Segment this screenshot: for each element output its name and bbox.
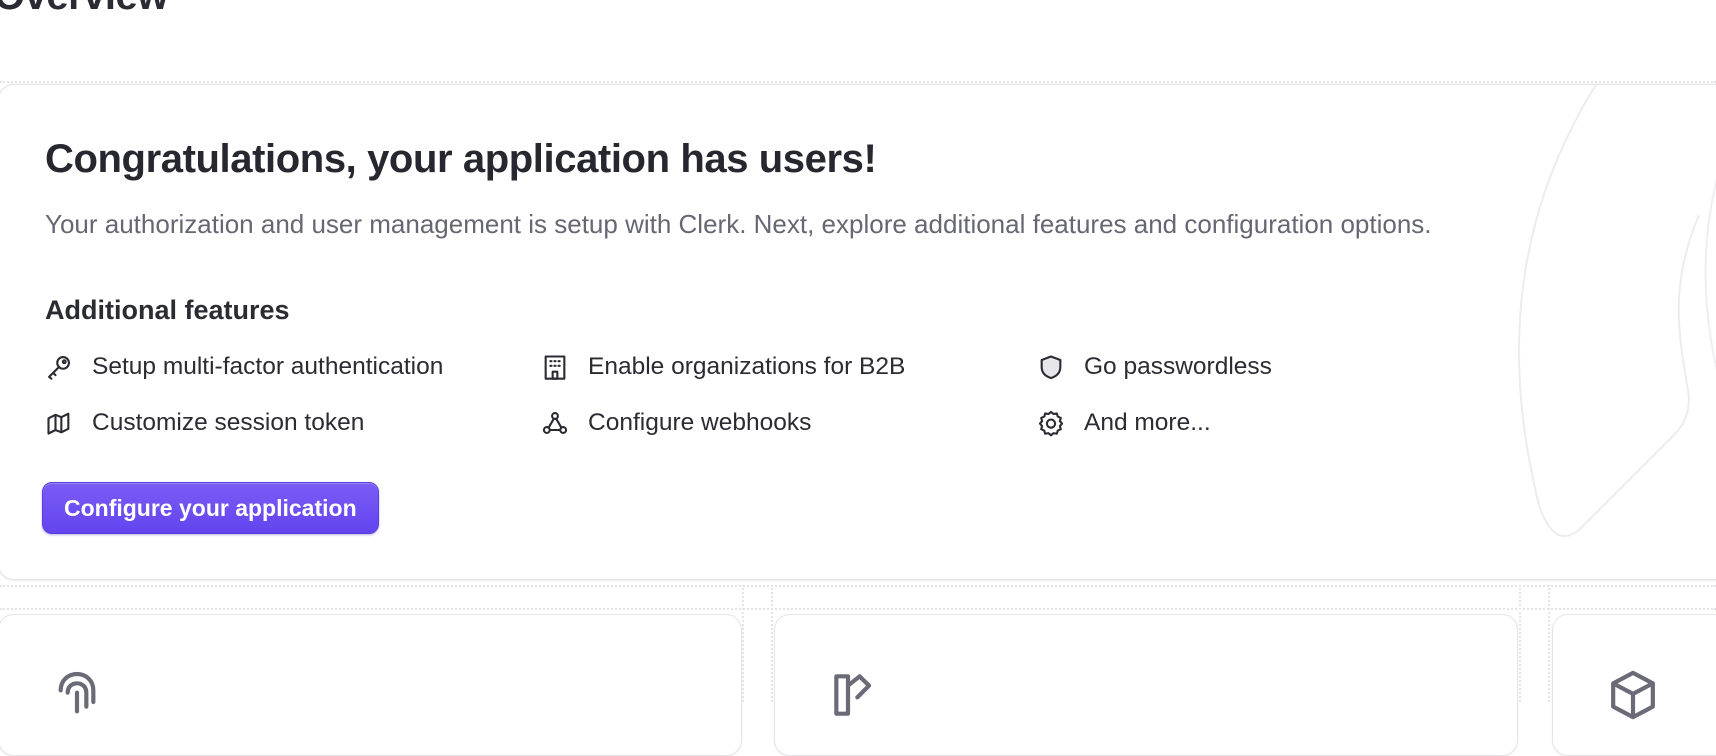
feature-label: And more...: [1084, 409, 1211, 436]
guide-line: [742, 585, 744, 702]
feature-mfa[interactable]: Setup multi-factor authentication: [45, 353, 443, 381]
feature-card[interactable]: [0, 614, 742, 756]
feature-passwordless[interactable]: Go passwordless: [1037, 353, 1272, 381]
feature-label: Customize session token: [92, 409, 365, 436]
feature-more[interactable]: And more...: [1037, 409, 1211, 437]
guide-line: [0, 608, 1716, 610]
background-decoration: [1518, 85, 1716, 538]
key-icon: [45, 353, 73, 381]
page-title: Overview: [0, 0, 168, 19]
cube-icon: [1605, 667, 1661, 728]
feature-label: Configure webhooks: [588, 409, 812, 436]
shield-icon: [1037, 353, 1065, 381]
feature-session-token[interactable]: Customize session token: [45, 409, 364, 437]
feature-card[interactable]: [1552, 614, 1716, 756]
webhook-icon: [541, 409, 569, 437]
feature-label: Setup multi-factor authentication: [92, 353, 444, 380]
guide-line: [1548, 585, 1550, 702]
feature-organizations[interactable]: Enable organizations for B2B: [541, 353, 905, 381]
guide-line: [1519, 585, 1521, 702]
onboarding-card: Congratulations, your application has us…: [0, 84, 1716, 580]
feature-card[interactable]: [774, 614, 1518, 756]
fingerprint-icon: [49, 667, 105, 728]
guide-line: [0, 81, 1716, 83]
building-icon: [541, 353, 569, 381]
gear-icon: [1037, 409, 1065, 437]
feature-label: Enable organizations for B2B: [588, 353, 906, 380]
hero-description: Your authorization and user management i…: [45, 209, 1432, 239]
feature-webhooks[interactable]: Configure webhooks: [541, 409, 811, 437]
token-icon: [45, 409, 73, 437]
book-pen-icon: [827, 667, 883, 728]
hero-title: Congratulations, your application has us…: [45, 137, 877, 181]
guide-line: [0, 585, 1716, 587]
feature-label: Go passwordless: [1084, 353, 1272, 380]
features-heading: Additional features: [45, 295, 290, 325]
guide-line: [771, 585, 773, 702]
configure-application-button[interactable]: Configure your application: [42, 482, 379, 534]
